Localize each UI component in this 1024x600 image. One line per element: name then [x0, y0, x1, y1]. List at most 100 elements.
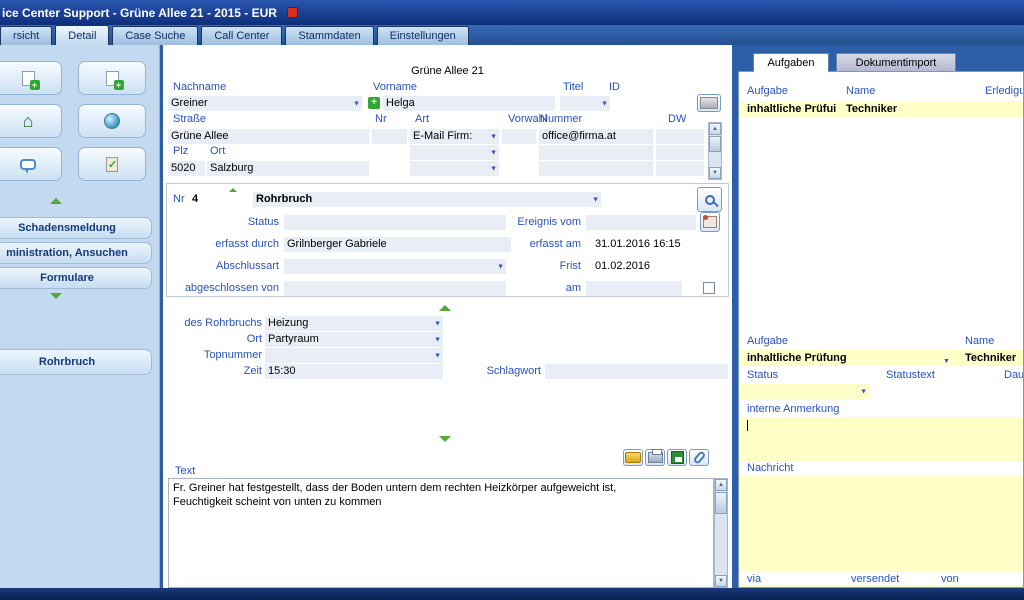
status-bar [0, 588, 1024, 600]
am-field[interactable] [586, 281, 682, 296]
tab-call-center[interactable]: Call Center [201, 26, 282, 45]
text-scrollbar[interactable] [714, 478, 728, 588]
tab-aufgaben[interactable]: Aufgaben [753, 53, 829, 72]
tab-stammdaten[interactable]: Stammdaten [285, 26, 373, 45]
vorwahl-field-1[interactable] [502, 129, 536, 144]
interne-anmerkung-area[interactable] [739, 417, 1024, 462]
nachricht-area[interactable] [739, 476, 1024, 572]
scroll-down-icon[interactable] [715, 575, 727, 587]
search-icon [705, 195, 715, 205]
tasks-button[interactable] [78, 147, 146, 181]
des-rohrbruchs-label: des Rohrbruchs [169, 317, 262, 329]
topnummer-dropdown[interactable] [265, 348, 443, 363]
text-cursor [747, 420, 748, 431]
vorname-field[interactable]: Helga [383, 96, 555, 111]
titel-dropdown[interactable] [560, 96, 610, 111]
tab-uebersicht[interactable]: rsicht [0, 26, 52, 45]
tab-dokumentimport[interactable]: Dokumentimport [836, 53, 956, 72]
tasks-panel: Aufgabe Name Erledigun inhaltliche Prüfu… [738, 71, 1024, 588]
home-icon [23, 111, 34, 132]
task-detail-row[interactable]: inhaltliche Prüfung ▼ Techniker [739, 350, 1024, 366]
tab-case-suche[interactable]: Case Suche [112, 26, 198, 45]
erfasst-durch-value: Grilnberger Gabriele [287, 238, 387, 250]
dw-field-3[interactable] [656, 161, 704, 176]
tab-label: Dokumentimport [856, 57, 937, 69]
nummer-field-2[interactable] [539, 145, 653, 160]
nummer-field-3[interactable] [539, 161, 653, 176]
dw-field-1[interactable] [656, 129, 704, 144]
col-name-header[interactable]: Name [846, 85, 875, 97]
collapse-down-icon[interactable] [50, 293, 62, 299]
strasse-field[interactable]: Grüne Allee [168, 129, 369, 144]
ereignis-vom-field[interactable] [586, 215, 696, 230]
sidebar-item-rohrbruch[interactable]: Rohrbruch [0, 349, 152, 375]
case-type-dropdown[interactable]: Rohrbruch [253, 192, 601, 207]
erfasst-am-value: 31.01.2016 16:15 [595, 238, 681, 250]
status-field[interactable] [284, 215, 506, 230]
art-dropdown-1[interactable]: E-Mail Firm: [410, 129, 499, 144]
plz-field[interactable]: 5020 [168, 161, 205, 176]
globe-button[interactable] [78, 104, 146, 138]
open-folder-button[interactable] [623, 449, 643, 466]
dw-field-2[interactable] [656, 145, 704, 160]
abgeschlossen-checkbox[interactable] [703, 282, 715, 294]
tab-einstellungen[interactable]: Einstellungen [377, 26, 469, 45]
scroll-up-icon[interactable] [709, 123, 721, 135]
hausnr-field[interactable] [372, 129, 407, 144]
sidebar-item-schadensmeldung[interactable]: Schadensmeldung [0, 217, 152, 239]
detail-ort-dropdown[interactable]: Partyraum [265, 332, 443, 347]
save-button[interactable] [667, 449, 687, 466]
sidebar-item-formulare[interactable]: Formulare [0, 267, 152, 289]
abschlussart-dropdown[interactable] [284, 259, 506, 274]
erfasst-durch-field[interactable]: Grilnberger Gabriele [284, 237, 511, 252]
title-bar: ice Center Support - Grüne Allee 21 - 20… [0, 0, 1024, 25]
chat-button[interactable] [0, 147, 62, 181]
abgeschlossen-von-field[interactable] [284, 281, 506, 296]
sidebar-item-administration[interactable]: ministration, Ansuchen [0, 242, 152, 264]
tab-label: Stammdaten [298, 30, 360, 42]
status-dropdown[interactable] [739, 384, 869, 399]
collapse-down-icon[interactable] [439, 436, 451, 442]
task-row[interactable]: inhaltliche Prüfui Techniker [739, 101, 1024, 117]
scroll-down-icon[interactable] [709, 167, 721, 179]
detail-name-header: Name [965, 335, 994, 347]
des-rohrbruchs-value: Heizung [268, 317, 308, 329]
nachname-field[interactable]: Greiner [168, 96, 362, 111]
search-button[interactable] [697, 187, 722, 212]
collapse-up-icon[interactable] [439, 305, 451, 311]
tab-detail[interactable]: Detail [55, 25, 109, 45]
contact-card-icon [703, 216, 717, 228]
zeit-field[interactable]: 15:30 [265, 364, 443, 379]
contact-card-button[interactable] [700, 212, 720, 232]
col-erledigung-header[interactable]: Erledigun [985, 85, 1024, 97]
schlagwort-field[interactable] [545, 364, 728, 379]
scrollbar-thumb[interactable] [715, 492, 727, 514]
home-button[interactable] [0, 104, 62, 138]
text-area[interactable]: Fr. Greiner hat festgestellt, dass der B… [168, 478, 714, 588]
strasse-value: Grüne Allee [171, 130, 228, 142]
via-label: via [747, 573, 761, 585]
add-person-icon[interactable] [368, 97, 380, 109]
art-dropdown-2[interactable] [410, 145, 499, 160]
add-contact-button[interactable] [0, 61, 62, 95]
art-dropdown-3[interactable] [410, 161, 499, 176]
import-document-button[interactable] [78, 61, 146, 95]
attachment-button[interactable] [689, 449, 709, 466]
scroll-up-icon[interactable] [715, 479, 727, 491]
dauer-label: Dau [1004, 369, 1024, 381]
case-nr-field[interactable]: 4 [189, 192, 249, 207]
print-button[interactable] [645, 449, 665, 466]
scrollbar-thumb[interactable] [709, 136, 721, 152]
phone-list-scrollbar[interactable] [708, 122, 722, 180]
collapse-up-icon[interactable] [50, 198, 62, 204]
lookup-button[interactable] [697, 94, 721, 112]
art-label: Art [415, 113, 429, 125]
dropdown-icon[interactable]: ▼ [943, 354, 950, 370]
tab-label: rsicht [13, 30, 39, 42]
col-aufgabe-header[interactable]: Aufgabe [747, 85, 788, 97]
plz-label: Plz [173, 145, 188, 157]
nummer-field-1[interactable]: office@firma.at [539, 129, 653, 144]
des-rohrbruchs-dropdown[interactable]: Heizung [265, 316, 443, 331]
tab-label: Call Center [214, 30, 269, 42]
ort-field[interactable]: Salzburg [207, 161, 369, 176]
